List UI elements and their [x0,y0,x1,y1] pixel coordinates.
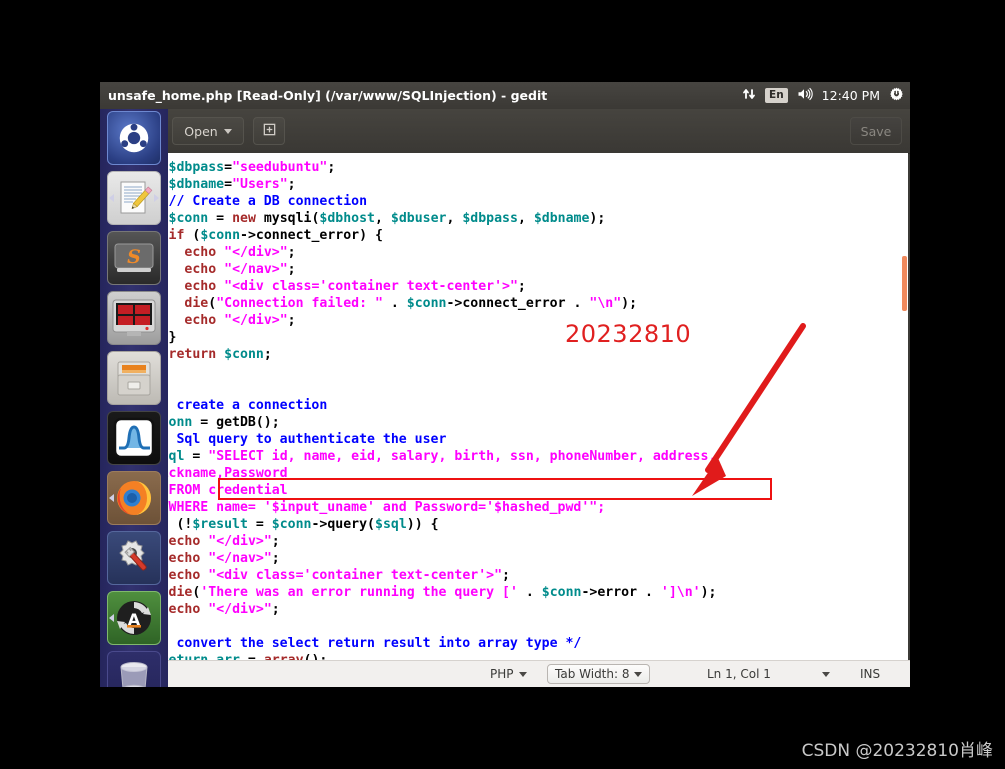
virtual-machine-icon [112,299,156,336]
wireshark-icon [113,417,155,459]
chevron-down-icon [634,671,643,677]
new-tab-icon [262,122,277,141]
save-button-label: Save [860,123,892,139]
launcher-pip-left-icon [109,194,114,202]
network-icon[interactable] [742,87,756,104]
system-tray: En 12:40 PM [742,82,904,109]
launcher-pip-right-icon [154,194,159,202]
tab-width-label: Tab Width: 8 [555,667,630,681]
power-gear-icon[interactable] [889,87,904,105]
unity-launcher: S A [100,109,168,687]
launcher-item-files[interactable] [107,351,161,405]
cursor-position: Ln 1, Col 1 [707,667,771,681]
launcher-item-firefox[interactable] [107,471,161,525]
launcher-item-trash[interactable] [107,651,161,687]
chevron-down-icon[interactable] [822,671,830,677]
gedit-statusbar: PHP Tab Width: 8 Ln 1, Col 1 INS [100,660,910,687]
chevron-down-icon [223,128,232,134]
source-code[interactable]: $dbpass="seedubuntu"; $dbname="Users"; /… [105,159,891,668]
clock[interactable]: 12:40 PM [822,88,880,103]
gedit-window: unsafe_home.php [Read-Only] (/var/www/SQ… [100,82,910,687]
csdn-watermark: CSDN @20232810肖峰 [801,741,993,761]
student-id-watermark: 20232810 [565,320,692,348]
editor-scrollbar[interactable] [902,153,908,668]
launcher-item-virtual-machine[interactable] [107,291,161,345]
window-titlebar[interactable]: unsafe_home.php [Read-Only] (/var/www/SQ… [100,82,910,109]
code-editor-area[interactable]: $dbpass="seedubuntu"; $dbname="Users"; /… [102,153,908,668]
language-selector[interactable]: PHP [490,667,527,681]
gedit-toolbar: Open Save [100,109,910,154]
ubuntu-logo-icon [119,123,149,153]
svg-text:S: S [127,246,141,268]
firefox-icon [117,481,151,515]
window-title: unsafe_home.php [Read-Only] (/var/www/SQ… [108,88,548,103]
chevron-down-icon [518,671,527,677]
file-cabinet-icon [117,361,151,396]
tab-width-selector[interactable]: Tab Width: 8 [547,664,651,684]
save-button[interactable]: Save [850,117,902,145]
launcher-pip-left-icon [109,494,114,502]
launcher-pip-left-icon [109,614,114,622]
text-editor-icon [120,181,153,214]
speaker-icon[interactable] [797,87,813,104]
cursor-position-label: Ln 1, Col 1 [707,667,771,681]
software-updater-icon: A [117,601,151,635]
insert-mode-label: INS [860,667,881,681]
new-tab-button[interactable] [253,117,285,145]
launcher-item-wireshark[interactable] [107,411,161,465]
scrollbar-thumb[interactable] [902,256,907,311]
keyboard-layout-indicator[interactable]: En [765,88,788,103]
screen: unsafe_home.php [Read-Only] (/var/www/SQ… [0,0,1005,769]
insert-mode-indicator[interactable]: INS [860,667,880,681]
open-button-label: Open [184,123,218,139]
trash-icon [120,662,148,687]
launcher-item-gedit[interactable] [107,171,161,225]
language-label: PHP [490,667,514,681]
launcher-item-ubuntu-dash[interactable] [107,111,161,165]
launcher-item-settings[interactable] [107,531,161,585]
launcher-item-software-updater[interactable]: A [107,591,161,645]
sublime-text-icon: S [114,243,154,272]
settings-gear-wrench-icon [119,540,147,571]
launcher-item-sublime-text[interactable]: S [107,231,161,285]
open-button[interactable]: Open [172,117,244,145]
